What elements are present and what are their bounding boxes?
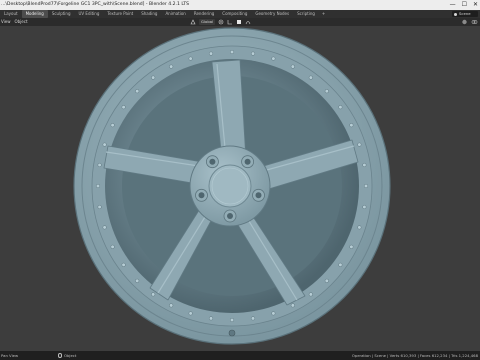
workspace-bar: Layout Modeling Sculpting UV Editing Tex… [0, 10, 480, 18]
tab-rendering[interactable]: Rendering [190, 10, 218, 18]
status-middle-label: Object [64, 353, 77, 358]
lip-bolt [308, 75, 313, 80]
orientation-dropdown[interactable]: Global [199, 19, 216, 25]
lip-bolt [135, 278, 140, 283]
header-center-tools: Global [190, 19, 251, 25]
menu-object[interactable]: Object [15, 18, 28, 26]
tab-geometry-nodes[interactable]: Geometry Nodes [251, 10, 293, 18]
tab-uv-editing[interactable]: UV Editing [75, 10, 104, 18]
transform-orientation-icon [190, 19, 196, 25]
tab-sculpting[interactable]: Sculpting [48, 10, 75, 18]
lip-bolt [169, 64, 174, 69]
valve-stem [228, 329, 236, 337]
status-middle: Object [58, 351, 76, 360]
window-title: ...\Desktop\BlendProd77\Forgeline GC1 3P… [1, 2, 190, 7]
lip-bolt [363, 183, 369, 189]
maximize-button[interactable]: ☐ [462, 0, 467, 10]
scene-selector-label: Scene [459, 11, 471, 16]
lip-bolt [349, 244, 354, 249]
proportional-editing-icon[interactable] [236, 19, 242, 25]
lip-bolt [135, 89, 140, 94]
transform-pivot-icon[interactable] [218, 19, 224, 25]
lip-bolt [362, 204, 367, 210]
lip-bolt [229, 49, 235, 55]
lip-bolt [102, 225, 107, 230]
lip-bolt [151, 75, 156, 80]
status-right: Operation | Scene | Verts 610,393 | Face… [351, 353, 478, 358]
lip-bolt [250, 51, 256, 56]
lip-bolt [338, 105, 343, 110]
lug-nut-hole [227, 213, 233, 219]
workspace-tabs: Layout Modeling Sculpting UV Editing Tex… [0, 10, 328, 18]
lip-bolt [188, 56, 193, 61]
lip-bolt [271, 311, 276, 316]
viewport-header: View Object Global [0, 18, 480, 26]
lug-nut-hole [255, 192, 262, 199]
lip-bolt [357, 225, 362, 230]
3d-viewport[interactable] [0, 26, 480, 351]
menu-view[interactable]: View [1, 18, 11, 26]
lip-bolt [362, 162, 367, 168]
add-workspace-button[interactable]: + [319, 10, 328, 18]
lip-bolt [324, 89, 329, 94]
lip-bolt [290, 64, 295, 69]
lip-bolt [208, 316, 214, 321]
lip-bolt [169, 303, 174, 308]
snap-icon[interactable] [227, 19, 233, 25]
falloff-icon[interactable] [245, 19, 251, 25]
lug-nut-hole [244, 158, 251, 165]
hub-cap [208, 164, 252, 208]
status-left: Pan View [1, 353, 19, 358]
lip-bolt [208, 51, 214, 56]
viewport-shading-icon[interactable] [461, 19, 468, 25]
lip-bolt [349, 123, 354, 128]
tab-compositing[interactable]: Compositing [218, 10, 251, 18]
close-button[interactable]: ✕ [473, 0, 478, 10]
scene-selector[interactable]: Scene [452, 11, 478, 17]
lip-bolt [97, 204, 102, 210]
lip-bolt [324, 278, 329, 283]
lip-bolt [357, 142, 362, 147]
window-title-bar: ...\Desktop\BlendProd77\Forgeline GC1 3P… [0, 0, 480, 10]
lip-bolt [290, 303, 295, 308]
lip-bolt [308, 292, 313, 297]
viewport-menu: View Object [0, 18, 28, 26]
mouse-icon [58, 353, 62, 358]
status-bar: Pan View Object Operation | Scene | Vert… [0, 351, 480, 360]
wheel-model [73, 27, 391, 345]
lip-bolt [121, 262, 126, 267]
tab-scripting[interactable]: Scripting [293, 10, 319, 18]
lip-bolt [110, 244, 115, 249]
lug-nut-hole [198, 192, 205, 199]
tab-modeling[interactable]: Modeling [21, 10, 48, 18]
lug-nut-hole [209, 158, 216, 165]
tab-shading[interactable]: Shading [137, 10, 161, 18]
lip-bolt [97, 162, 102, 168]
lip-bolt [102, 142, 107, 147]
lip-bolt [151, 292, 156, 297]
lip-bolt [95, 183, 101, 189]
lip-bolt [338, 262, 343, 267]
window-controls: — ☐ ✕ [450, 0, 478, 10]
tab-layout[interactable]: Layout [0, 10, 22, 18]
lip-bolt [110, 123, 115, 128]
minimize-button[interactable]: — [450, 0, 456, 10]
lip-bolt [121, 105, 126, 110]
scene-icon [454, 12, 457, 16]
lip-bolt [250, 316, 256, 321]
lip-bolt [229, 317, 235, 323]
overlays-icon[interactable] [471, 19, 478, 25]
lip-bolt [188, 311, 193, 316]
header-right-tools [461, 19, 478, 25]
tab-texture-paint[interactable]: Texture Paint [103, 10, 137, 18]
tab-animation[interactable]: Animation [161, 10, 189, 18]
lip-bolt [271, 56, 276, 61]
